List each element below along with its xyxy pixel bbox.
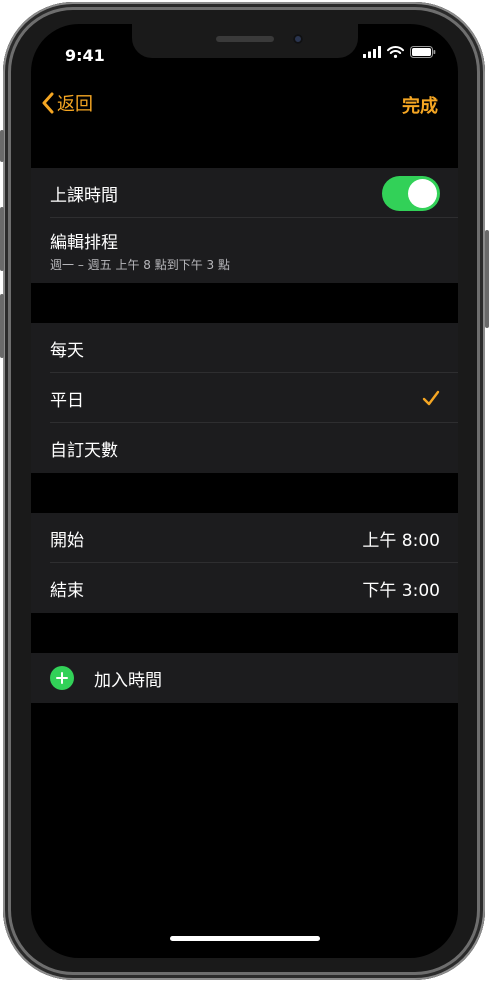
side-button-volume-down [0, 294, 4, 358]
days-option-weekdays[interactable]: 平日 [31, 373, 458, 423]
home-indicator[interactable] [170, 936, 320, 941]
add-time-button[interactable]: 加入時間 [31, 653, 458, 703]
days-group: 每天 平日 自訂天數 [31, 323, 458, 473]
days-option-label: 平日 [50, 390, 84, 411]
speaker-grille [216, 36, 274, 42]
end-time-label: 結束 [50, 580, 84, 601]
notch [132, 24, 358, 58]
start-time-value: 上午 8:00 [362, 530, 440, 551]
side-button-volume-up [0, 207, 4, 271]
end-time-row[interactable]: 結束 下午 3:00 [31, 563, 458, 613]
status-time: 9:41 [65, 46, 105, 65]
time-group: 開始 上午 8:00 結束 下午 3:00 [31, 513, 458, 613]
cellular-signal-icon [363, 46, 381, 58]
edit-schedule-label: 編輯排程 [50, 233, 118, 253]
days-option-every-day[interactable]: 每天 [31, 323, 458, 373]
add-time-label: 加入時間 [94, 670, 162, 691]
end-time-value: 下午 3:00 [362, 580, 440, 601]
days-option-label: 自訂天數 [50, 440, 118, 461]
plus-circle-icon [50, 666, 74, 690]
start-time-label: 開始 [50, 530, 84, 551]
edit-schedule-row[interactable]: 編輯排程 週一 – 週五 上午 8 點到下午 3 點 [31, 218, 458, 283]
screen: 9:41 返回 完成 上課時間 編輯排程 週一 – 週五 上午 8 點到下午 3… [31, 24, 458, 958]
back-button[interactable]: 返回 [41, 90, 93, 116]
days-option-custom[interactable]: 自訂天數 [31, 423, 458, 473]
back-label: 返回 [57, 94, 93, 115]
done-button[interactable]: 完成 [402, 92, 438, 118]
schedule-toggle-row: 上課時間 [31, 168, 458, 218]
schedule-toggle-label: 上課時間 [50, 185, 118, 206]
side-button-power [485, 230, 489, 328]
battery-icon [410, 46, 436, 58]
start-time-row[interactable]: 開始 上午 8:00 [31, 513, 458, 563]
status-icons [363, 46, 436, 58]
chevron-left-icon [42, 92, 54, 114]
days-option-label: 每天 [50, 340, 84, 361]
front-camera [293, 34, 303, 44]
checkmark-icon [422, 390, 440, 406]
side-button-silent [0, 130, 4, 162]
schedule-toggle-switch[interactable] [382, 175, 440, 211]
add-time-group: 加入時間 [31, 653, 458, 703]
schedule-group: 上課時間 編輯排程 週一 – 週五 上午 8 點到下午 3 點 [31, 168, 458, 283]
edit-schedule-subtitle: 週一 – 週五 上午 8 點到下午 3 點 [50, 258, 230, 272]
wifi-icon [387, 46, 404, 58]
